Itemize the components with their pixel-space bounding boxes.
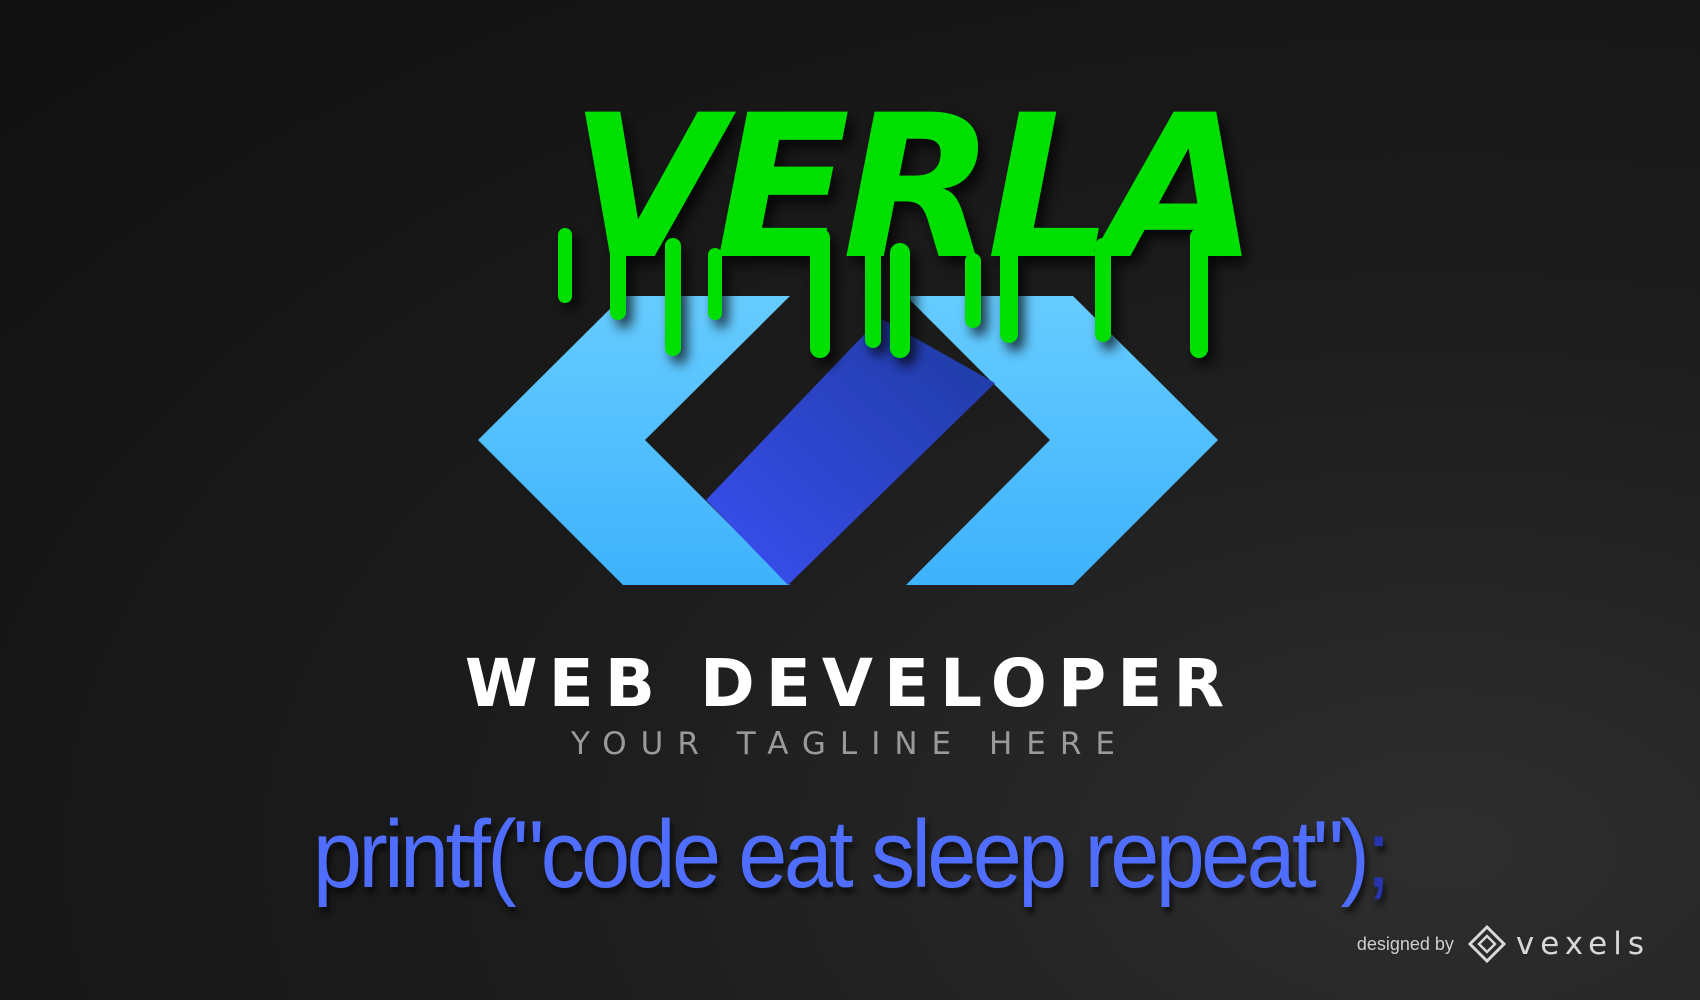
tagline: YOUR TAGLINE HERE [570,726,1129,762]
brand-name-text: VERLA [570,78,1250,303]
code-snippet-call: printf("code eat sleep repeat") [312,801,1370,908]
logo-canvas: VERLA WEB DEVELOPER YOUR TAGLINE HERE pr… [0,0,1700,1000]
code-snippet: printf("code eat sleep repeat"); [68,800,1632,910]
vexels-diamond-icon [1467,925,1506,963]
credit-prefix: designed by [1356,933,1454,954]
brand-name-logotype: VERLA [558,78,1258,358]
page-title: WEB DEVELOPER [464,645,1236,722]
credit-brand: vexels [1515,926,1650,962]
code-snippet-semicolon: ; [1366,801,1390,908]
designer-credit: designed by vexels [1357,922,1650,966]
